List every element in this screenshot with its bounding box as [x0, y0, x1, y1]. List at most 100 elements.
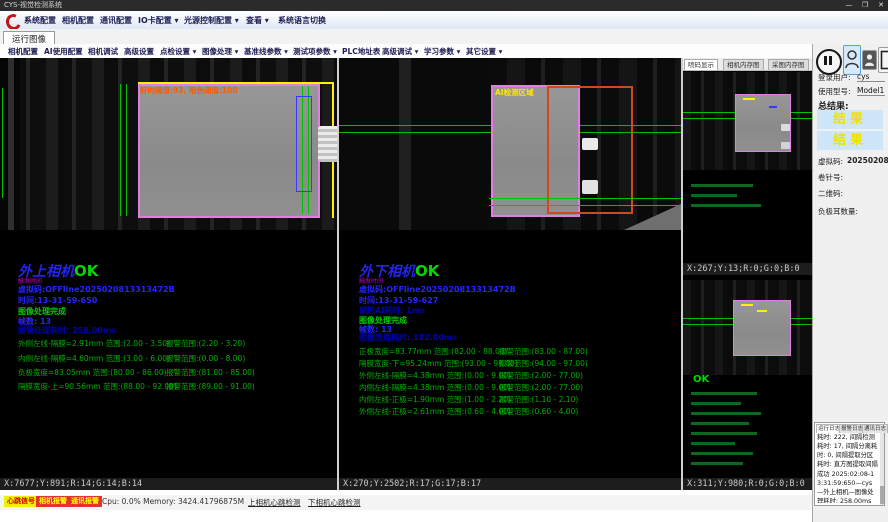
separator-region — [138, 84, 320, 218]
maximize-button[interactable]: ❐ — [858, 0, 872, 11]
alarm-range: 报警范围:(0.60 - 4.00) — [499, 406, 578, 417]
menu-camera-config[interactable]: 相机配置 — [62, 15, 94, 26]
thumb2-label-mark — [741, 304, 753, 306]
measurement-value: 外侧左线-隔膜=4.38mm 范围:(0.00 - 9.00) — [359, 370, 511, 381]
upper-camera-panel: 好的阈值:93, 暗色阈值:100 外上相机OK 触发时间 虚拟码:OFFlin… — [0, 58, 337, 490]
measurement-row: 外侧左线-隔膜=4.38mm 范围:(0.00 - 9.00) 报警范围:(2.… — [339, 370, 681, 380]
tab-capture-memory[interactable]: 采图内存图 — [768, 59, 809, 70]
measurement-row: 内侧左线-隔膜=4.38mm 范围:(0.00 - 9.00) 报警范围:(2.… — [339, 382, 681, 392]
logout-door-icon — [880, 50, 888, 70]
measure-hline-d — [489, 205, 681, 206]
measurement-row: 内侧左线-隔膜=4.60mm 范围:(3.00 - 6.00) 报警范围:(0.… — [0, 353, 337, 363]
lower-camera-panel: AI检测区域 外下相机OK 触发时间 虚拟码:OFFline2025020813… — [339, 58, 681, 490]
qr-code-label: 二维码: — [818, 188, 843, 199]
alarm-range: 报警范围:(81.00 - 85.00) — [166, 367, 255, 378]
tab-camera-memory[interactable]: 相机内存图 — [723, 59, 764, 70]
person-icon — [864, 52, 875, 68]
tab-code-display[interactable]: 喷码显示 — [684, 59, 718, 70]
measurement-value: 外侧左线-正极=2.61mm 范围:(0.60 - 4.00) — [359, 406, 511, 417]
menu-language-switch[interactable]: 系统语言切换 — [278, 15, 326, 26]
alarm-range: 报警范围:(2.20 - 3.20) — [166, 338, 245, 349]
cpu-memory-text: Cpu: 0.0% Memory: 3424.41796875M — [102, 497, 244, 506]
anode-tab-count-label: 负极耳数量: — [818, 206, 858, 217]
thumb2-info-line — [691, 432, 757, 435]
menu-io-config[interactable]: IO卡配置 ▾ — [138, 15, 179, 26]
log-scrollbar[interactable] — [880, 433, 884, 505]
menu-system-config[interactable]: 系统配置 — [24, 15, 56, 26]
camera-alarm-badge: 相机报警 — [36, 496, 70, 507]
title-bar: CYS-视觉检测系统 — ❐ ✕ — [0, 0, 888, 11]
lower-camera-heartbeat-link[interactable]: 下相机心跳检测 — [308, 497, 361, 508]
menu-bar: 系统配置 相机配置 通讯配置 IO卡配置 ▾ 光源控制配置 ▾ 查看 ▾ 系统语… — [0, 11, 888, 30]
tab-comm-log[interactable]: 通讯日志 — [862, 424, 888, 433]
thumb2-info-line — [691, 402, 741, 405]
scene-dark-region — [339, 58, 489, 230]
measurement-value: 内侧左线-隔膜=4.38mm 范围:(0.00 - 9.00) — [359, 382, 511, 393]
measurement-row: 正极宽度=83.77mm 范围:(82.00 - 88.00) 报警范围:(83… — [339, 346, 681, 356]
log-text: 耗时: 222, 间隔检测耗时: 17, 间隔分离耗时: 0, 间隔提取分区耗时… — [817, 433, 878, 503]
threshold-note: 好的阈值:93, 暗色阈值:100 — [140, 85, 238, 96]
measure-hline-c — [489, 198, 681, 199]
lower-camera-image[interactable]: AI检测区域 — [339, 58, 681, 230]
measurement-row: 隔膜宽度-下=95.24mm 范围:(93.00 - 98.00) 报警范围:(… — [339, 358, 681, 368]
process-elapsed-line: 图像处理耗时: 258.00ms — [18, 325, 116, 336]
ai-roi-rect — [547, 86, 633, 214]
tool-other-settings[interactable]: 其它设置 ▾ — [466, 46, 502, 57]
process-elapsed-line: 图像处理耗时: 182.00ms — [359, 332, 457, 343]
minimize-button[interactable]: — — [842, 0, 856, 11]
close-button[interactable]: ✕ — [874, 0, 888, 11]
upper-camera-image[interactable]: 好的阈值:93, 暗色阈值:100 — [0, 58, 337, 230]
app-window: CYS-视觉检测系统 — ❐ ✕ 系统配置 相机配置 通讯配置 IO卡配置 ▾ … — [0, 0, 888, 522]
time-line: 时间:13-31-59-650 — [18, 295, 97, 306]
menu-comm-config[interactable]: 通讯配置 — [100, 15, 132, 26]
thumb1-info-line — [691, 184, 753, 187]
pixel-coords-bar: X:7677;Y:891;R:14;G:14;B:14 — [0, 478, 337, 490]
scrollbar-thumb[interactable] — [880, 486, 884, 504]
measurement-row: 隔膜宽度-上=90.56mm 范围:(88.00 - 92.00) 报警范围:(… — [0, 381, 337, 391]
thumb2-info-line — [691, 392, 757, 395]
tab-run-image[interactable]: 运行图像 — [3, 31, 55, 45]
tool-advanced-settings[interactable]: 高级设置 — [124, 46, 154, 57]
tool-spot-check[interactable]: 点检设置 ▾ — [160, 46, 196, 57]
thumb2-info-line — [691, 442, 735, 445]
virtual-code-value: 20250208 — [847, 156, 888, 165]
tool-baseline-params[interactable]: 基准线参数 ▾ — [244, 46, 288, 57]
tool-test-params[interactable]: 测试项参数 ▾ — [293, 46, 337, 57]
thumb2-coords-bar: X:311;Y:980;R:0;G:0;B:0 — [683, 478, 812, 490]
tool-image-process[interactable]: 图像处理 ▾ — [202, 46, 238, 57]
thumb1-coords-bar: X:267;Y:13;R:0;G:0;B:0 — [683, 263, 812, 275]
thumbnail-column: 喷码显示 相机内存图 采图内存图 X:267;Y:13;R:0;G:0;B:0 — [683, 58, 812, 490]
upper-camera-heartbeat-link[interactable]: 上相机心跳检测 — [248, 497, 301, 508]
model-value[interactable]: Model1 — [857, 86, 885, 96]
toolbar: 相机配置 AI使用配置 相机调试 高级设置 点检设置 ▾ 图像处理 ▾ 基准线参… — [0, 44, 812, 59]
pause-icon — [824, 56, 827, 65]
login-user-button[interactable] — [843, 45, 861, 75]
alarm-range: 报警范围:(83.00 - 87.00) — [499, 346, 588, 357]
thumb2-label-mark2 — [757, 310, 767, 312]
alarm-range: 报警范围:(89.00 - 91.00) — [166, 381, 255, 392]
status-bar: 心跳信号 相机报警 通讯报警 Cpu: 0.0% Memory: 3424.41… — [0, 495, 812, 510]
tool-ai-config[interactable]: AI使用配置 — [44, 46, 83, 57]
tool-advanced-debug[interactable]: 高级调试 ▾ — [382, 46, 418, 57]
menu-view[interactable]: 查看 ▾ — [246, 15, 269, 26]
operator-button[interactable] — [862, 50, 877, 70]
thumb1-spot-b — [781, 142, 790, 149]
exit-button[interactable] — [878, 47, 888, 73]
tool-learn-params[interactable]: 学习参数 ▾ — [424, 46, 460, 57]
log-box[interactable]: 运行日志 报警日志 通讯日志 耗时: 222, 间隔检测耗时: 17, 间隔分离… — [814, 422, 885, 506]
thumb2-info-line — [691, 422, 749, 425]
thumb2-image[interactable] — [683, 280, 812, 375]
measurement-value: 内侧左线-正极=1.90mm 范围:(1.00 - 2.20) — [359, 394, 511, 405]
bright-spot-b — [582, 180, 598, 194]
menu-light-config[interactable]: 光源控制配置 ▾ — [184, 15, 239, 26]
tool-camera-debug[interactable]: 相机调试 — [88, 46, 118, 57]
thumb2-info-line — [691, 452, 753, 455]
tool-camera-config[interactable]: 相机配置 — [8, 46, 38, 57]
login-user-value[interactable]: cys — [857, 72, 885, 82]
model-label: 使用型号: — [818, 86, 851, 97]
measurement-value: 负极宽度=83.05mm 范围:(80.00 - 86.00) — [18, 367, 167, 378]
thumb1-image[interactable] — [683, 72, 812, 170]
ai-region-note: AI检测区域 — [495, 87, 534, 98]
tool-plc-address[interactable]: PLC地址表 — [342, 46, 380, 57]
thumb1-spot-a — [781, 124, 790, 131]
